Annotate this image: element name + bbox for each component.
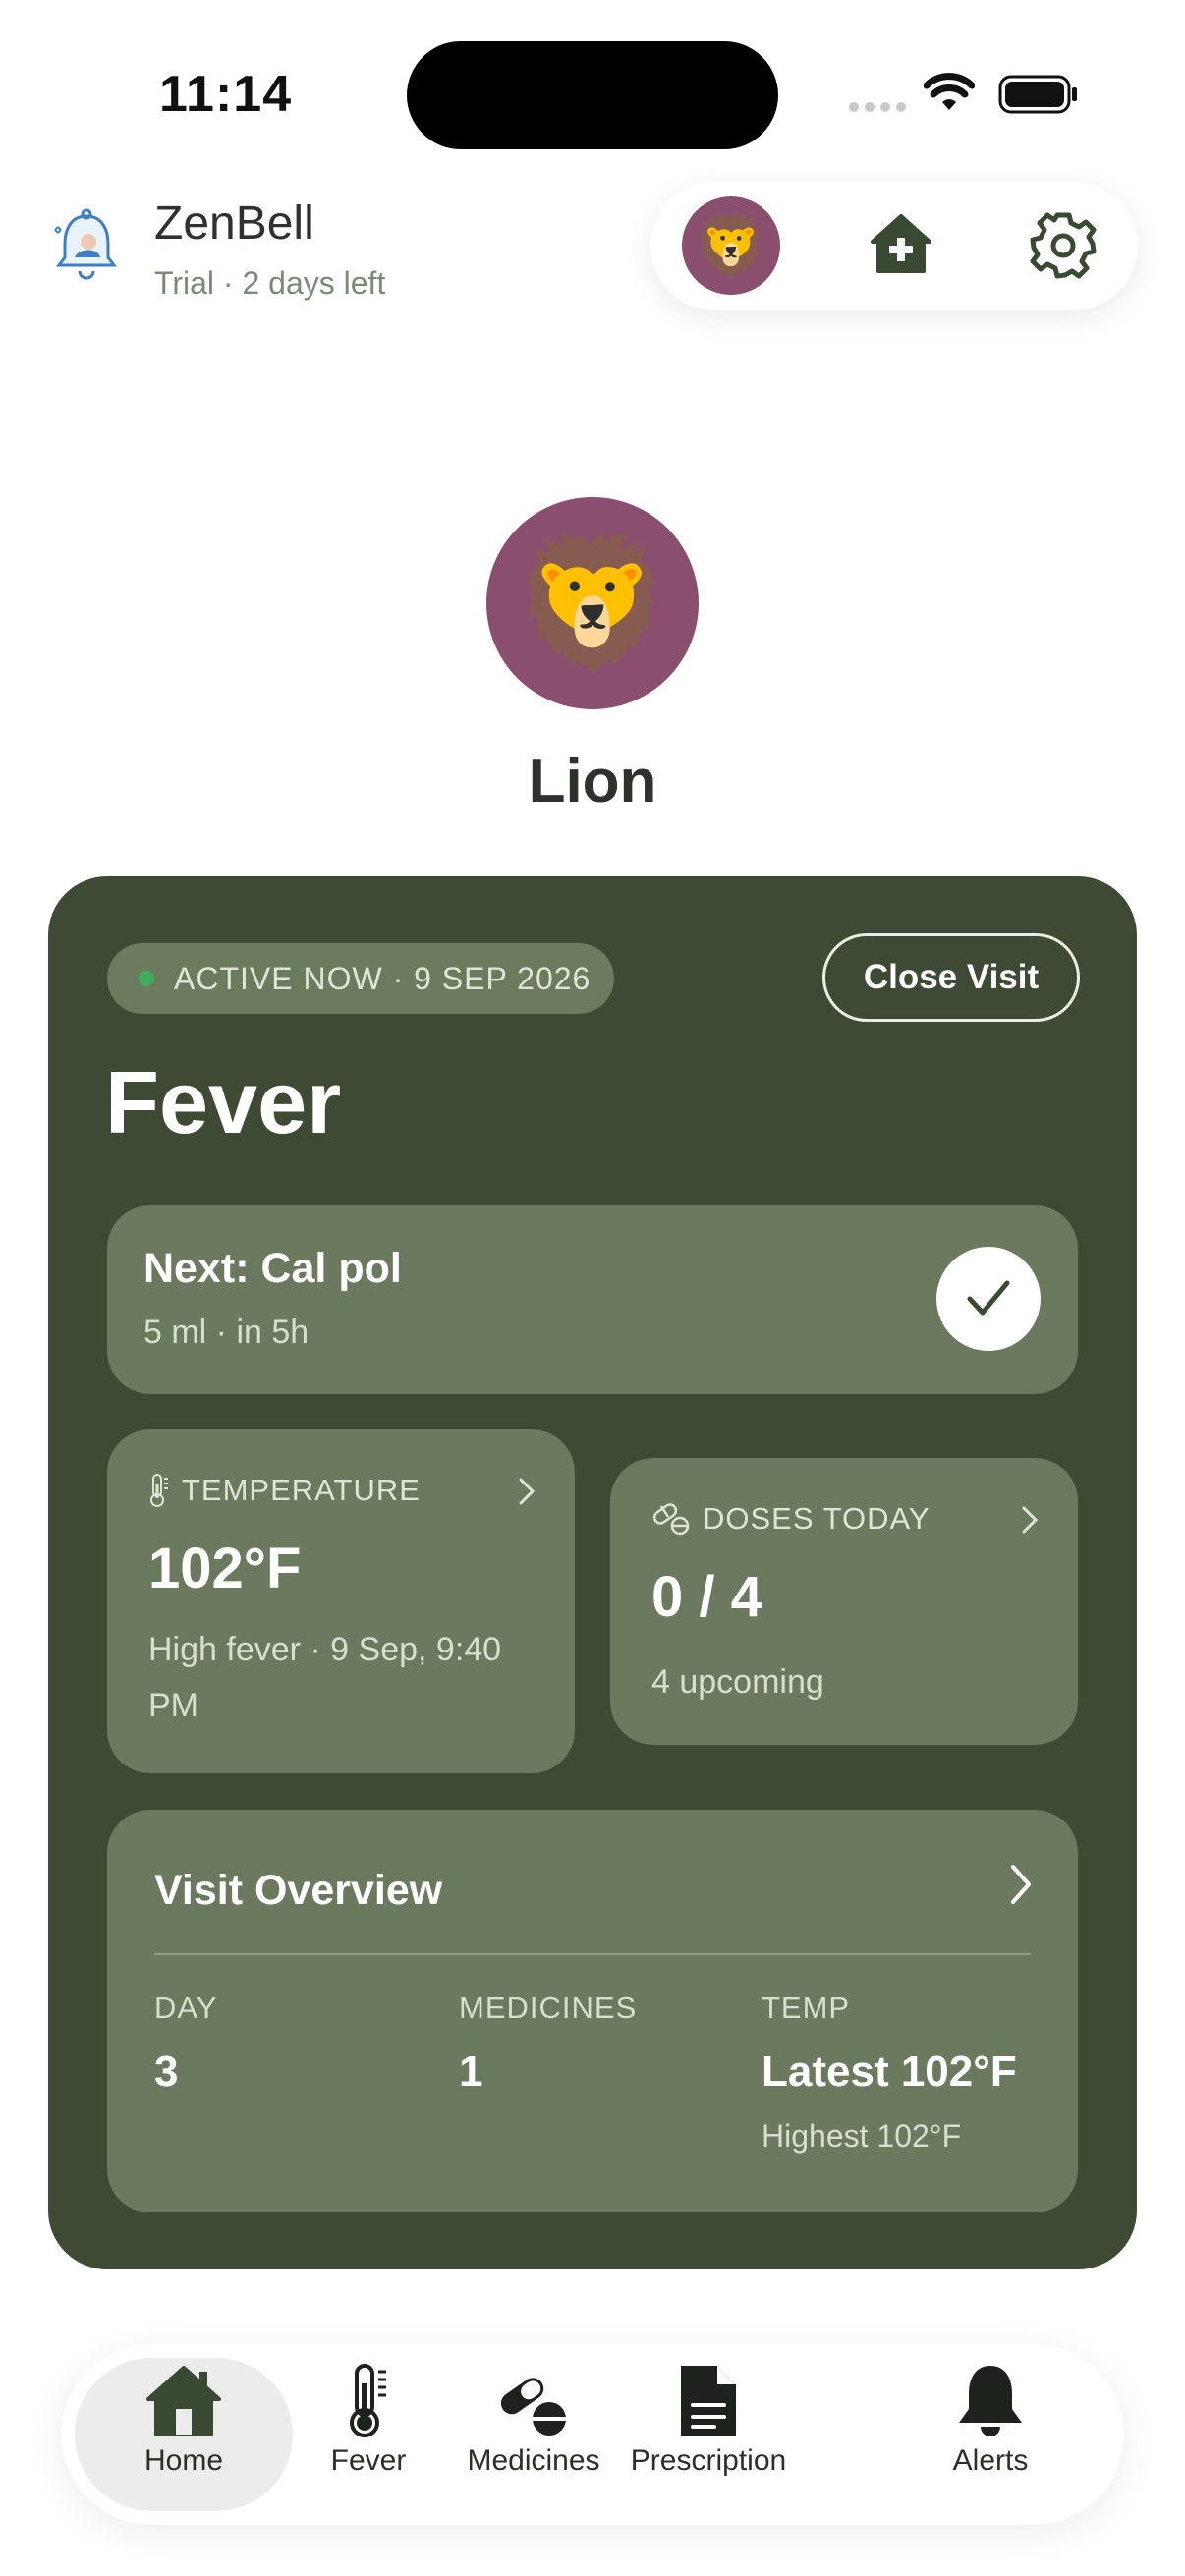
status-time: 11:14 [159,66,293,123]
tab-medicines[interactable]: Medicines [435,2362,632,2478]
trial-status: Trial · 2 days left [154,265,386,301]
temperature-value: 102°F [148,1537,302,1600]
lion-emoji: 🦁 [694,212,768,279]
wifi-icon [924,73,975,110]
divider [154,1953,1031,1955]
active-visit-card: ACTIVE NOW · 9 SEP 2026 Close Visit Feve… [48,876,1137,2269]
profile-avatar[interactable]: 🦁 [486,497,699,709]
chevron-right-icon [519,1478,536,1505]
temperature-subtitle: High fever · 9 Sep, 9:40 PM [148,1631,502,1724]
tab-home[interactable]: Home [85,2362,282,2478]
visit-title: Fever [105,1054,342,1152]
doses-today-card[interactable]: DOSES TODAY 0 / 4 4 upcoming [610,1458,1078,1745]
overview-day: DAY 3 [154,1990,217,2097]
clinic-home-button[interactable] [869,212,933,275]
mark-dose-taken-button[interactable] [936,1247,1041,1351]
lion-emoji: 🦁 [513,531,672,675]
home-icon [146,2366,221,2436]
doses-value: 0 / 4 [651,1565,762,1629]
visit-overview-title: Visit Overview [154,1867,443,1914]
tab-home-label: Home [143,2444,224,2477]
tab-alerts-label: Alerts [952,2444,1029,2477]
dynamic-island [407,41,778,149]
active-status-badge: ACTIVE NOW · 9 SEP 2026 [107,943,614,1014]
thermometer-icon [350,2364,386,2437]
chevron-right-icon [1022,1506,1039,1534]
temperature-card[interactable]: TEMPERATURE 102°F High fever · 9 Sep, 9:… [107,1429,575,1773]
tab-medicines-label: Medicines [467,2444,600,2477]
doses-label: DOSES TODAY [703,1501,931,1536]
bell-icon [959,2366,1022,2436]
cellular-signal-icon [849,102,906,112]
tab-prescription[interactable]: Prescription [610,2362,807,2478]
tab-fever-label: Fever [330,2444,407,2477]
app-logo-icon [54,208,117,280]
checkmark-icon [967,1280,1010,1316]
next-dose-card[interactable]: Next: Cal pol 5 ml · in 5h [107,1205,1078,1394]
medicines-label: MEDICINES [459,1990,638,2025]
profile-name: Lion [528,748,657,815]
pills-icon [652,1503,690,1536]
medicines-value: 1 [459,2047,483,2096]
tab-prescription-label: Prescription [630,2444,787,2477]
thermometer-icon [150,1474,168,1507]
temp-highest: Highest 102°F [762,2118,962,2154]
temperature-label: TEMPERATURE [182,1473,421,1507]
app-name: ZenBell [154,197,314,250]
visit-overview-card[interactable]: Visit Overview DAY 3 MEDICINES 1 TEMP La… [107,1810,1078,2212]
bottom-tab-bar: Home Fever Medicines Prescription Alerts [61,2344,1124,2525]
battery-icon [998,75,1077,114]
status-bar: 11:14 [0,0,1185,177]
temp-latest: Latest 102°F [762,2047,1017,2096]
overview-medicines: MEDICINES 1 [459,1990,637,2097]
doses-subtitle: 4 upcoming [651,1663,824,1701]
chevron-right-icon [1011,1865,1031,1904]
next-dose-subtitle: 5 ml · in 5h [143,1314,310,1351]
temp-label: TEMP [762,1990,851,2025]
tab-alerts[interactable]: Alerts [892,2362,1089,2478]
active-status-text: ACTIVE NOW · 9 SEP 2026 [174,960,592,996]
document-icon [681,2366,736,2436]
close-visit-button[interactable]: Close Visit [822,933,1080,1022]
header-actions: 🦁 [650,181,1138,310]
pills-icon [500,2378,567,2436]
profile-switcher-avatar[interactable]: 🦁 [682,196,780,295]
settings-gear-button[interactable] [1028,210,1099,281]
overview-temp: TEMP Latest 102°F Highest 102°F [762,1990,1017,2155]
next-dose-title: Next: Cal pol [143,1245,402,1292]
active-dot-icon [139,971,154,986]
day-label: DAY [154,1990,218,2025]
day-value: 3 [154,2047,179,2096]
